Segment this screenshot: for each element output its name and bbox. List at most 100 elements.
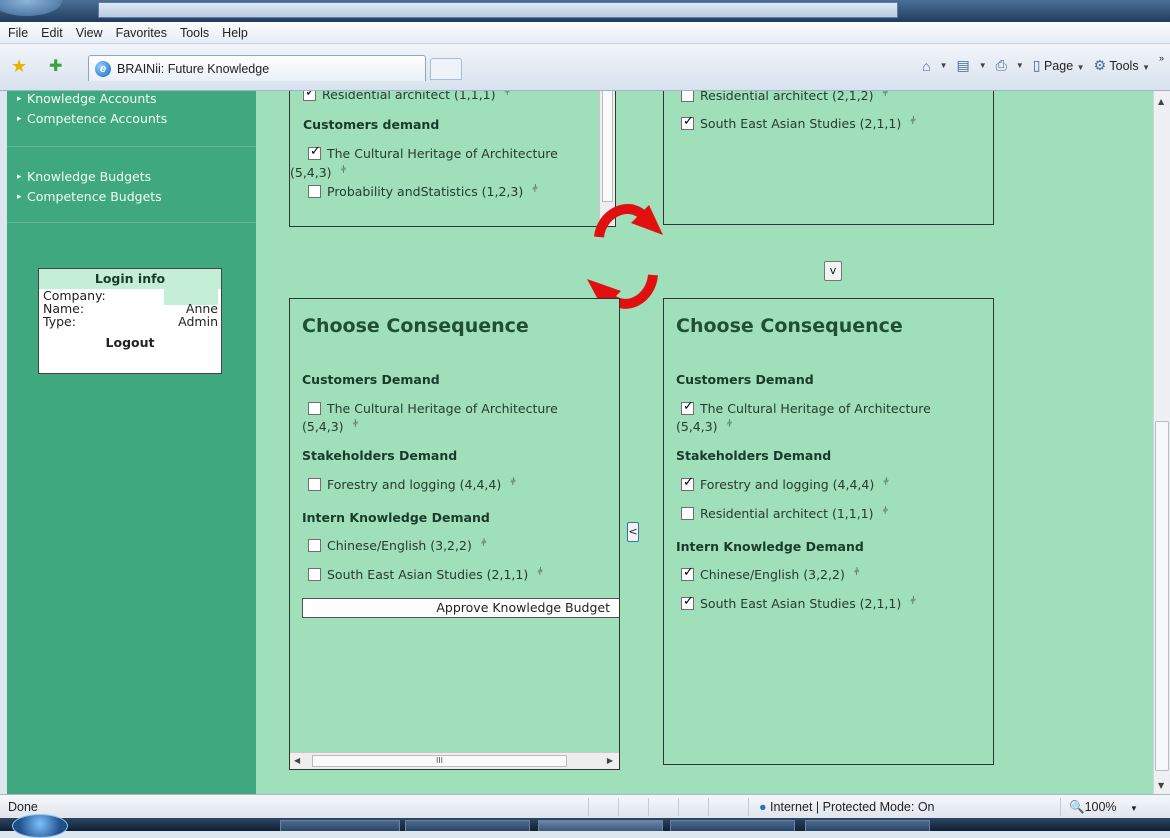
info-icon[interactable]: ⫩ xyxy=(854,567,860,578)
tab-title: BRAINii: Future Knowledge xyxy=(117,61,270,76)
scroll-down-icon[interactable]: ▼ xyxy=(1158,781,1164,790)
add-favorites-icon[interactable]: ✚ xyxy=(49,56,62,75)
status-bar: Done ● Internet | Protected Mode: On 🔍10… xyxy=(0,794,1170,818)
address-bar-remnant[interactable] xyxy=(98,2,898,18)
right-customers-heading: Customers Demand xyxy=(676,372,814,387)
print-dropdown-icon[interactable]: ▼ xyxy=(1016,61,1024,70)
info-icon[interactable]: ⫩ xyxy=(532,184,538,195)
status-cell xyxy=(588,798,618,816)
sea-row: South East Asian Studies (2,1,1) ⫩ xyxy=(681,114,916,131)
sidebar-item-knowledge-accounts[interactable]: Knowledge Accounts xyxy=(7,91,256,109)
favorites-star-icon[interactable]: ★ xyxy=(11,56,27,77)
menu-favorites[interactable]: Favorites xyxy=(116,26,167,40)
feeds-dropdown-icon[interactable]: ▼ xyxy=(979,61,987,70)
page-label: Page xyxy=(1043,59,1074,73)
sidebar-divider xyxy=(7,222,256,223)
info-icon[interactable]: ⫩ xyxy=(481,538,487,549)
scroll-right-icon[interactable]: ▶ xyxy=(607,756,613,765)
move-down-button[interactable]: v xyxy=(824,261,842,281)
tools-menu[interactable]: ⚙ Tools ▼ xyxy=(1094,57,1150,74)
right-chinese-label: Chinese/English (3,2,2) xyxy=(700,567,845,582)
info-icon[interactable]: ⫩ xyxy=(883,506,889,517)
scroll-up-icon[interactable]: ▲ xyxy=(1158,97,1164,106)
hscroll-thumb[interactable]: III xyxy=(312,755,567,767)
info-icon[interactable]: ⫩ xyxy=(883,477,889,488)
page-vertical-scrollbar[interactable]: ▲ ▼ xyxy=(1153,91,1170,794)
sidebar-item-competence-budgets[interactable]: Competence Budgets xyxy=(7,187,256,207)
left-chinese-checkbox[interactable] xyxy=(308,539,321,552)
info-icon[interactable]: ⫩ xyxy=(910,116,916,127)
right-residential-row: Residential architect (1,1,1) ⫩ xyxy=(681,506,888,521)
info-icon[interactable]: ⫩ xyxy=(510,477,516,488)
page-scroll-thumb[interactable] xyxy=(1155,421,1169,771)
info-icon[interactable]: ⫩ xyxy=(505,91,511,98)
taskbar-item[interactable] xyxy=(805,820,930,831)
feeds-icon[interactable]: ▤ xyxy=(956,57,969,74)
page-icon: ▯ xyxy=(1032,57,1041,73)
zone-text: Internet | Protected Mode: On xyxy=(770,800,935,814)
scroll-left-icon[interactable]: ◀ xyxy=(294,756,300,765)
info-icon[interactable]: ⫩ xyxy=(883,91,889,99)
sidebar-item-competence-accounts[interactable]: Competence Accounts xyxy=(7,109,256,129)
right-forestry-checkbox[interactable] xyxy=(681,475,694,491)
zoom-control[interactable]: 🔍100% ▼ xyxy=(1060,798,1170,816)
taskbar-item[interactable] xyxy=(670,820,795,831)
status-cell xyxy=(618,798,648,816)
menu-help[interactable]: Help xyxy=(222,26,248,40)
info-icon[interactable]: ⫩ xyxy=(537,567,543,578)
menu-view[interactable]: View xyxy=(76,26,103,40)
left-cultural-checkbox[interactable] xyxy=(308,402,321,415)
top-left-budget-panel: Residential architect (1,1,1) ⫩ Customers… xyxy=(289,91,616,227)
zoom-icon: 🔍 xyxy=(1069,800,1085,814)
info-icon[interactable]: ⫩ xyxy=(353,419,359,430)
security-zone[interactable]: ● Internet | Protected Mode: On xyxy=(748,798,988,816)
cultural-checkbox[interactable] xyxy=(308,144,321,160)
move-left-button[interactable]: < xyxy=(627,522,639,542)
home-icon[interactable]: ⌂ xyxy=(922,58,930,74)
right-cultural-label: The Cultural Heritage of Architecture xyxy=(700,401,931,416)
approve-knowledge-budget-button[interactable]: Approve Knowledge Budget xyxy=(302,598,619,618)
right-sea-checkbox[interactable] xyxy=(681,594,694,610)
left-sea-checkbox[interactable] xyxy=(308,568,321,581)
page-menu[interactable]: ▯ Page ▼ xyxy=(1033,57,1085,74)
probability-label: Probability andStatistics (1,2,3) xyxy=(327,184,524,199)
info-icon[interactable]: ⫩ xyxy=(727,419,733,430)
taskbar-item[interactable] xyxy=(405,820,530,831)
right-residential-checkbox[interactable] xyxy=(681,507,694,520)
residential-checkbox[interactable] xyxy=(303,91,316,101)
right-consequence-heading: Choose Consequence xyxy=(676,315,903,337)
start-button[interactable] xyxy=(12,814,68,838)
chevron-more-icon[interactable]: » xyxy=(1159,53,1164,63)
panel-horizontal-scrollbar[interactable]: ◀ III ▶ xyxy=(290,752,619,769)
new-tab-button[interactable] xyxy=(430,58,462,80)
tools-dropdown-icon: ▼ xyxy=(1142,63,1150,72)
left-forestry-checkbox[interactable] xyxy=(308,478,321,491)
menu-tools[interactable]: Tools xyxy=(180,26,209,40)
logout-link[interactable]: Logout xyxy=(39,335,221,350)
info-icon[interactable]: ⫩ xyxy=(910,596,916,607)
sidebar-item-knowledge-budgets[interactable]: Knowledge Budgets xyxy=(7,167,256,187)
residential-checkbox[interactable] xyxy=(681,91,694,102)
taskbar-item[interactable] xyxy=(280,820,400,831)
sidebar-divider xyxy=(7,146,256,147)
tab-brainii[interactable]: e BRAINii: Future Knowledge xyxy=(88,55,426,81)
scroll-thumb[interactable] xyxy=(602,91,613,202)
left-sea-row: South East Asian Studies (2,1,1) ⫩ xyxy=(308,567,543,582)
residential-label: Residential architect (1,1,1) xyxy=(322,91,496,102)
right-intern-heading: Intern Knowledge Demand xyxy=(676,539,864,554)
home-dropdown-icon[interactable]: ▼ xyxy=(940,61,948,70)
sea-checkbox[interactable] xyxy=(681,114,694,130)
type-label: Type: xyxy=(43,314,76,329)
right-chinese-checkbox[interactable] xyxy=(681,565,694,581)
menu-edit[interactable]: Edit xyxy=(41,26,63,40)
info-icon[interactable]: ⫩ xyxy=(341,165,347,176)
taskbar-item[interactable] xyxy=(538,820,663,831)
print-icon[interactable]: ⎙ xyxy=(996,57,1007,74)
right-cultural-checkbox[interactable] xyxy=(681,399,694,415)
right-forestry-row: Forestry and logging (4,4,4) ⫩ xyxy=(681,475,889,492)
zoom-dropdown-icon: ▼ xyxy=(1130,804,1138,813)
window-titlebar xyxy=(0,0,1170,22)
sidebar-budgets-group: Knowledge Budgets Competence Budgets xyxy=(7,167,256,207)
probability-checkbox[interactable] xyxy=(308,185,321,198)
menu-file[interactable]: File xyxy=(8,26,28,40)
